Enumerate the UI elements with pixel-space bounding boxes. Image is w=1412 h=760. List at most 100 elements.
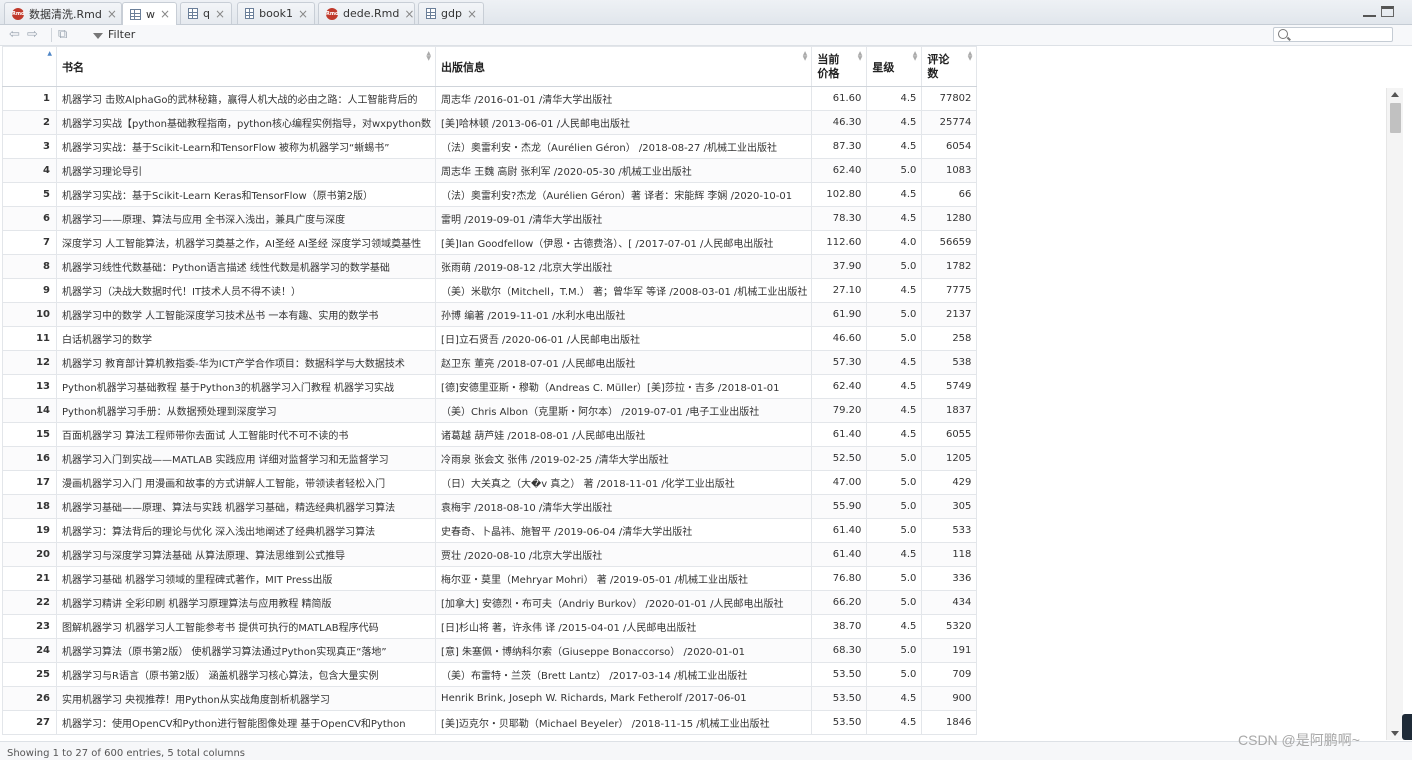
table-row[interactable]: 13 Python机器学习基础教程 基于Python3的机器学习入门教程 机器学习… <box>2 374 978 399</box>
tab-w[interactable]: w × <box>122 2 177 25</box>
search-input[interactable] <box>1292 28 1390 41</box>
scroll-down-arrow-icon[interactable] <box>1391 731 1399 736</box>
table-row[interactable]: 9 机器学习（决战大数据时代！IT技术人员不得不读！） （美）米歇尔（Mitchel… <box>2 278 978 303</box>
tab-data-cleaning-rmd[interactable]: Rmd 数据清洗.Rmd × <box>4 2 122 24</box>
column-header[interactable]: 书名 ▲ ▼ <box>55 46 437 87</box>
watermark: CSDN @是阿鹏啊~ <box>1238 732 1360 748</box>
column-header[interactable]: 星级 ▲ ▼ <box>866 46 923 87</box>
cell-price: 62.40 <box>811 374 868 399</box>
tab-gdp[interactable]: gdp × <box>418 2 484 24</box>
close-icon[interactable]: × <box>467 7 477 21</box>
row-index: 7 <box>2 230 57 255</box>
close-icon[interactable]: × <box>298 7 308 21</box>
row-index: 5 <box>2 182 57 207</box>
table-row[interactable]: 22 机器学习精讲 全彩印刷 机器学习原理算法与应用教程 精简版 [加拿大] 安德烈… <box>2 590 978 615</box>
filter-label: Filter <box>108 28 136 41</box>
table-row[interactable]: 1 机器学习 击败AlphaGo的武林秘籍，赢得人机大战的必由之路：人工智能背后的… <box>2 86 978 111</box>
cell-rating: 4.5 <box>866 350 923 375</box>
cell-publisher: （美）布雷特・兰茨（Brett Lantz） /2017-03-14 /机械工业… <box>435 662 813 687</box>
cell-rating: 5.0 <box>866 470 923 495</box>
table-row[interactable]: 5 机器学习实战：基于Scikit-Learn Keras和TensorFlow（… <box>2 182 978 207</box>
cell-reviews: 1837 <box>921 398 978 423</box>
tab-q[interactable]: q × <box>180 2 232 24</box>
row-index: 18 <box>2 494 57 519</box>
tab-book1[interactable]: book1 × <box>237 2 315 24</box>
tab-label: book1 <box>259 7 293 20</box>
rmd-file-icon: Rmd <box>12 7 25 20</box>
cell-reviews: 258 <box>921 326 978 351</box>
table-row[interactable]: 18 机器学习基础——原理、算法与实践 机器学习基础，精选经典机器学习算法 袁梅宇 … <box>2 494 978 519</box>
cell-price: 52.50 <box>811 446 868 471</box>
table-row[interactable]: 19 机器学习：算法背后的理论与优化 深入浅出地阐述了经典机器学习算法 史春奇、卜晶… <box>2 518 978 543</box>
sort-ascending-icon: ▲ <box>47 50 52 57</box>
sort-icon: ▲ ▼ <box>857 50 863 62</box>
table-row[interactable]: 25 机器学习与R语言（原书第2版） 涵盖机器学习核心算法，包含大量实例 （美）布雷… <box>2 662 978 687</box>
table-row[interactable]: 2 机器学习实战【python基础教程指南，python核心编程实例指导，对wxp… <box>2 110 978 135</box>
cell-publisher: 雷明 /2019-09-01 /清华大学出版社 <box>435 206 813 231</box>
column-header[interactable]: 出版信息 ▲ ▼ <box>435 46 813 87</box>
table-row[interactable]: 4 机器学习理论导引 周志华 王魏 高尉 张利军 /2020-05-30 /机械工业… <box>2 158 978 183</box>
vertical-scrollbar[interactable] <box>1386 88 1403 740</box>
close-icon[interactable]: × <box>404 7 414 21</box>
cell-reviews: 900 <box>921 686 978 711</box>
search-box[interactable] <box>1273 27 1393 42</box>
cell-title: 图解机器学习 机器学习人工智能参考书 提供可执行的MATLAB程序代码 <box>55 614 437 639</box>
cell-title: 机器学习实战：基于Scikit-Learn和TensorFlow 被称为机器学习… <box>55 134 437 159</box>
table-row[interactable]: 11 白话机器学习的数学 [日]立石贤吾 /2020-06-01 /人民邮电出版社 4… <box>2 326 978 351</box>
popout-window-icon[interactable]: ⧉ <box>58 27 67 42</box>
data-table: ▲ 书名 ▲ ▼ 出版信息 ▲ ▼ 当前价格 ▲ ▼ 星级 ▲ ▼ 评论数 ▲ ▼ 1 机器学习 击败… <box>2 46 978 735</box>
cell-price: 61.60 <box>811 86 868 111</box>
table-row[interactable]: 17 漫画机器学习入门 用漫画和故事的方式讲解人工智能，带领读者轻松入门 （日）大关… <box>2 470 978 495</box>
table-row[interactable]: 27 机器学习：使用OpenCV和Python进行智能图像处理 基于OpenCV和… <box>2 710 978 735</box>
close-icon[interactable]: × <box>160 7 170 21</box>
close-icon[interactable]: × <box>215 7 225 21</box>
table-row[interactable]: 21 机器学习基础 机器学习领域的里程碑式著作，MIT Press出版 梅尔亚・莫里… <box>2 566 978 591</box>
scroll-up-arrow-icon[interactable] <box>1391 92 1399 97</box>
cell-title: 百面机器学习 算法工程师带你去面试 人工智能时代不可不读的书 <box>55 422 437 447</box>
cell-price: 79.20 <box>811 398 868 423</box>
minimize-pane-icon[interactable] <box>1363 9 1376 17</box>
close-icon[interactable]: × <box>107 7 117 21</box>
cell-title: 机器学习入门到实战——MATLAB 实践应用 详细对监督学习和无监督学习 <box>55 446 437 471</box>
cell-rating: 4.5 <box>866 374 923 399</box>
row-index-header[interactable]: ▲ <box>2 46 57 87</box>
forward-arrow-icon[interactable]: ⇨ <box>27 27 38 42</box>
back-arrow-icon[interactable]: ⇦ <box>9 27 20 42</box>
table-row[interactable]: 14 Python机器学习手册：从数据预处理到深度学习 （美）Chris Albon… <box>2 398 978 423</box>
cell-rating: 5.0 <box>866 566 923 591</box>
table-row[interactable]: 23 图解机器学习 机器学习人工智能参考书 提供可执行的MATLAB程序代码 [日]… <box>2 614 978 639</box>
cell-publisher: 张雨萌 /2019-08-12 /北京大学出版社 <box>435 254 813 279</box>
table-row[interactable]: 3 机器学习实战：基于Scikit-Learn和TensorFlow 被称为机器学… <box>2 134 978 159</box>
cell-reviews: 5320 <box>921 614 978 639</box>
table-row[interactable]: 7 深度学习 人工智能算法，机器学习奠基之作，AI圣经 AI圣经 深度学习领域奠基… <box>2 230 978 255</box>
cell-rating: 5.0 <box>866 326 923 351</box>
table-row[interactable]: 6 机器学习——原理、算法与应用 全书深入浅出，兼具广度与深度 雷明 /2019-0… <box>2 206 978 231</box>
table-row[interactable]: 15 百面机器学习 算法工程师带你去面试 人工智能时代不可不读的书 诸葛越 葫芦娃 … <box>2 422 978 447</box>
cell-title: 白话机器学习的数学 <box>55 326 437 351</box>
cell-rating: 4.5 <box>866 110 923 135</box>
table-row[interactable]: 24 机器学习算法（原书第2版） 使机器学习算法通过Python实现真正“落地”[… <box>2 638 978 663</box>
filter-button[interactable]: Filter <box>93 28 135 41</box>
row-index: 23 <box>2 614 57 639</box>
cell-publisher: （日）大关真之（大�v 真之） 著 /2018-11-01 /化学工业出版社 <box>435 470 813 495</box>
cell-rating: 5.0 <box>866 446 923 471</box>
cell-price: 78.30 <box>811 206 868 231</box>
column-header[interactable]: 当前价格 ▲ ▼ <box>811 46 868 87</box>
table-row[interactable]: 26 实用机器学习 央视推荐！用Python从实战角度剖析机器学习 Henrik B… <box>2 686 978 711</box>
table-row[interactable]: 16 机器学习入门到实战——MATLAB 实践应用 详细对监督学习和无监督学习 冷雨… <box>2 446 978 471</box>
tab-dede-rmd[interactable]: Rmd dede.Rmd × <box>318 2 415 24</box>
table-row[interactable]: 20 机器学习与深度学习算法基础 从算法原理、算法思维到公式推导 贾壮 /2020-… <box>2 542 978 567</box>
maximize-pane-icon[interactable] <box>1381 6 1394 17</box>
row-index: 11 <box>2 326 57 351</box>
cell-rating: 5.0 <box>866 158 923 183</box>
row-index: 21 <box>2 566 57 591</box>
table-row[interactable]: 8 机器学习线性代数基础：Python语言描述 线性代数是机器学习的数学基础 张雨萌… <box>2 254 978 279</box>
table-row[interactable]: 10 机器学习中的数学 人工智能深度学习技术丛书 一本有趣、实用的数学书 孙博 编著… <box>2 302 978 327</box>
scrollbar-thumb[interactable] <box>1390 103 1401 133</box>
row-index: 27 <box>2 710 57 735</box>
table-row[interactable]: 12 机器学习 教育部计算机教指委-华为ICT产学合作项目：数据科学与大数据技术赵… <box>2 350 978 375</box>
tab-label: gdp <box>440 7 462 20</box>
column-header[interactable]: 评论数 ▲ ▼ <box>921 46 978 87</box>
sort-icon: ▲ ▼ <box>967 50 973 62</box>
cell-publisher: [美]哈林顿 /2013-06-01 /人民邮电出版社 <box>435 110 813 135</box>
